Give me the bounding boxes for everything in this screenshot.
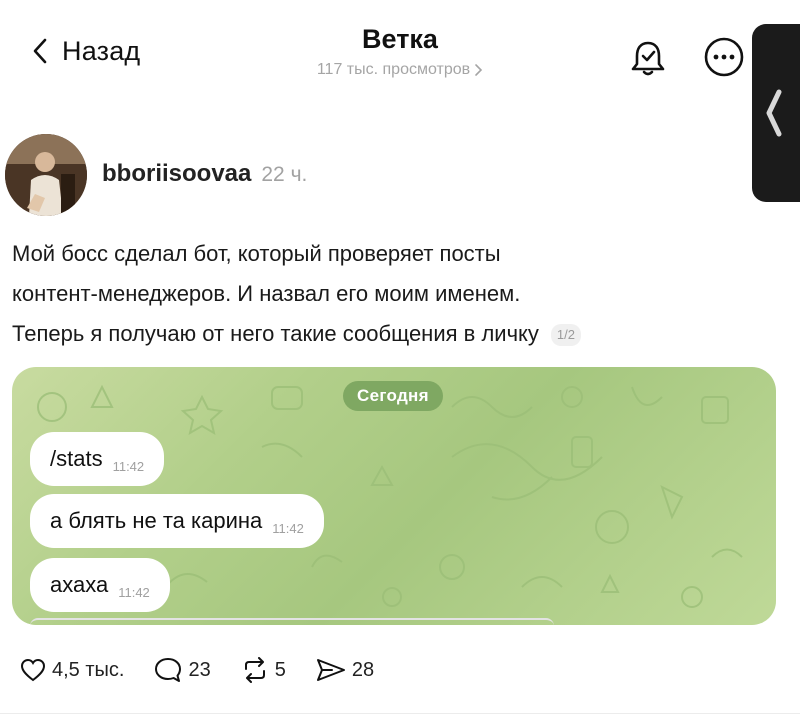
post-media[interactable]: Сегодня /stats 11:42 а блять не та карин… <box>12 367 776 625</box>
message-time: 11:42 <box>112 458 145 474</box>
like-button[interactable]: 4,5 тыс. <box>20 658 124 682</box>
chevron-left-icon <box>766 89 782 137</box>
repost-button[interactable]: 5 <box>241 657 286 683</box>
chevron-right-icon <box>475 64 483 76</box>
bell-icon[interactable] <box>628 38 668 78</box>
date-separator: Сегодня <box>343 381 443 411</box>
message-text: а блять не та карина <box>50 508 263 533</box>
top-bar: Назад Ветка 117 тыс. просмотров <box>0 0 800 100</box>
message-text: /stats <box>50 446 103 471</box>
more-icon[interactable] <box>703 36 745 78</box>
comment-button[interactable]: 23 <box>154 657 211 683</box>
message-text: ахаха <box>50 572 109 597</box>
post-time: 22 ч. <box>261 163 308 186</box>
comment-count: 23 <box>188 658 211 681</box>
avatar[interactable] <box>5 134 87 216</box>
message-time: 11:42 <box>272 520 304 536</box>
next-media-edge <box>30 618 554 626</box>
repost-icon <box>244 657 265 683</box>
author-username[interactable]: bboriisoovaa <box>102 160 251 188</box>
message-bubble: /stats 11:42 <box>30 432 165 486</box>
post-text: Мой босс сделал бот, который проверяет п… <box>12 234 772 354</box>
views-link[interactable]: 117 тыс. просмотров <box>317 61 483 79</box>
message-bubble: ахаха 11:42 <box>30 558 170 612</box>
message-time: 11:42 <box>118 584 150 600</box>
comment-icon <box>155 658 182 682</box>
post-actions: 4,5 тыс. 23 5 28 <box>20 650 404 690</box>
share-button[interactable]: 28 <box>316 657 374 683</box>
post-text-line: Мой босс сделал бот, который проверяет п… <box>12 241 501 266</box>
post-text-line-last: Теперь я получаю от него такие сообщения… <box>12 314 772 354</box>
title-block: Ветка 117 тыс. просмотров <box>0 24 800 79</box>
page-title: Ветка <box>362 24 438 54</box>
side-panel-handle[interactable] <box>752 24 800 202</box>
message-bubble: а блять не та карина 11:42 <box>30 494 324 548</box>
post-text-line-3: Теперь я получаю от него такие сообщения… <box>12 321 539 346</box>
send-icon <box>316 659 345 681</box>
like-count: 4,5 тыс. <box>52 658 125 681</box>
share-count: 28 <box>351 658 375 681</box>
divider <box>0 713 800 714</box>
repost-count: 5 <box>274 658 286 681</box>
heart-icon <box>20 658 46 682</box>
media-pager: 1/2 <box>550 324 581 347</box>
post-text-line: контент-менеджеров. И назвал его моим им… <box>12 281 521 306</box>
avatar-photo <box>5 134 87 216</box>
views-count: 117 тыс. просмотров <box>316 61 471 78</box>
author-row: bboriisoovaa 22 ч. <box>102 160 307 188</box>
